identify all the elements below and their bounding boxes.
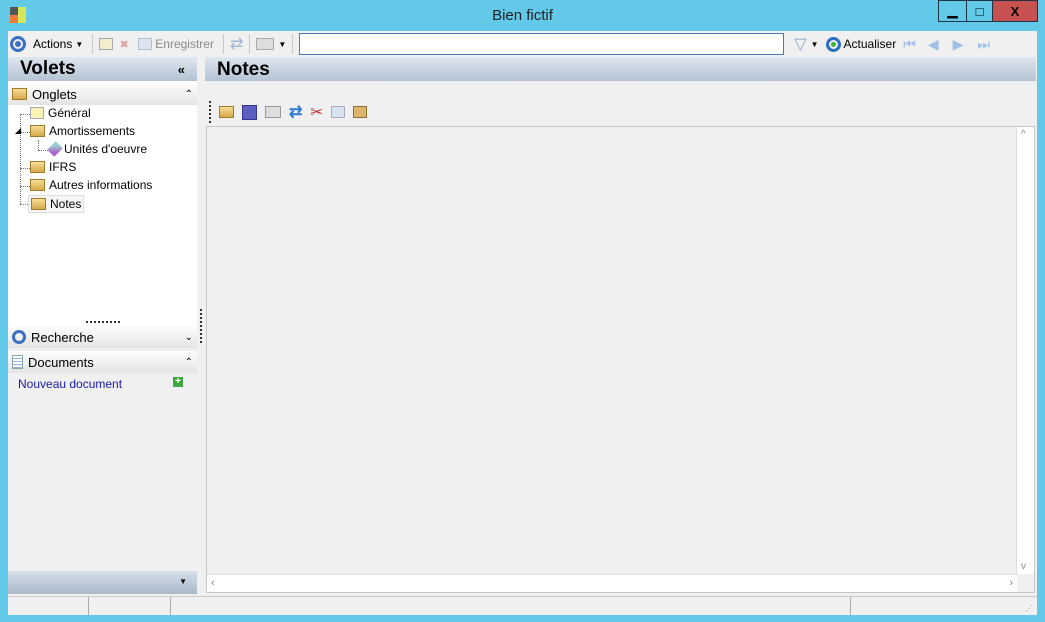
recherche-label: Recherche <box>31 329 94 345</box>
splitter-handle[interactable] <box>86 321 120 323</box>
status-cell <box>851 597 1037 615</box>
print-icon[interactable] <box>256 38 275 50</box>
scroll-down-icon[interactable]: v <box>1021 561 1026 572</box>
onglets-label: Onglets <box>32 86 77 102</box>
documents-header[interactable]: Documents ⌃ <box>8 351 197 373</box>
print-dropdown-icon[interactable]: ▼ <box>278 40 286 49</box>
delete-icon: ✖ <box>119 39 129 51</box>
tool-icon <box>47 141 63 157</box>
tree-item-unites-oeuvre[interactable]: Unités d'oeuvre <box>47 141 148 157</box>
left-panel: Volets « Onglets ⌃ ◢ Général Amortisseme… <box>8 57 197 594</box>
sync-icon: ⇄ <box>229 36 244 53</box>
settings-page-icon <box>30 107 44 119</box>
target-icon <box>12 330 26 344</box>
main-toolbar: Actions ▼ ✖ Enregistrer ⇄ ▼ ▽ ▼ Actualise… <box>8 31 1037 57</box>
status-cell <box>89 597 171 615</box>
volets-title: Volets <box>20 58 76 79</box>
tree-item-label: IFRS <box>49 160 77 174</box>
cut-icon[interactable]: ✂ <box>310 103 323 121</box>
tree-item-amortissements[interactable]: Amortissements <box>30 124 135 138</box>
separator <box>292 34 294 54</box>
actions-menu[interactable]: Actions ▼ <box>30 33 86 55</box>
resize-grip-icon[interactable]: ⋰ <box>1025 604 1033 613</box>
filter-dropdown-icon[interactable]: ▼ <box>811 40 819 49</box>
separator <box>222 34 224 54</box>
tree-item-general[interactable]: Général <box>30 106 91 120</box>
tree-item-autres-informations[interactable]: Autres informations <box>30 178 152 192</box>
vertical-scrollbar[interactable]: ^ v <box>1016 127 1034 574</box>
search-input[interactable] <box>299 33 785 55</box>
onglets-header[interactable]: Onglets ⌃ <box>8 83 197 105</box>
save-label: Enregistrer <box>155 37 214 51</box>
copy-icon[interactable] <box>330 106 345 118</box>
folder-icon <box>12 88 27 100</box>
documents-label: Documents <box>28 354 94 370</box>
notes-toolbar: ⇄ ✂ <box>209 101 367 123</box>
folder-icon <box>30 179 45 191</box>
target-icon[interactable] <box>10 36 26 52</box>
scroll-up-icon[interactable]: ^ <box>1021 129 1026 140</box>
tree-item-label: Unités d'oeuvre <box>64 142 148 156</box>
minimize-button[interactable]: ▁ <box>938 0 967 22</box>
notes-header: Notes <box>205 57 1036 81</box>
save-button: Enregistrer <box>135 33 217 55</box>
status-cell <box>8 597 89 615</box>
save-icon <box>138 38 153 50</box>
refresh-icon[interactable]: ⇄ <box>289 102 302 122</box>
vertical-splitter[interactable] <box>200 309 202 343</box>
tree-item-ifrs[interactable]: IFRS <box>30 160 76 174</box>
tree-item-label: Notes <box>50 197 82 211</box>
refresh-label: Actualiser <box>843 37 897 51</box>
refresh-button[interactable]: Actualiser <box>823 33 900 55</box>
first-icon[interactable]: ⏮ <box>903 36 916 53</box>
title-bar: Bien fictif ▁ □ X <box>0 0 1045 31</box>
tree-item-notes[interactable]: Notes <box>28 195 85 213</box>
last-icon[interactable]: ⏭ <box>977 36 990 53</box>
tree-item-label: Général <box>48 106 91 120</box>
separator <box>249 34 251 54</box>
chevron-down-icon[interactable]: ⌄ <box>185 332 193 343</box>
window-title: Bien fictif <box>492 7 553 24</box>
close-button[interactable]: X <box>992 0 1038 22</box>
volets-header: Volets « <box>8 57 197 81</box>
client-area: Actions ▼ ✖ Enregistrer ⇄ ▼ ▽ ▼ Actualise… <box>8 31 1037 615</box>
scroll-left-icon[interactable]: ‹ <box>211 577 215 589</box>
separator <box>92 34 94 54</box>
collapse-panel-button[interactable]: « <box>178 62 185 77</box>
status-cell <box>171 597 851 615</box>
bottom-panel-bar[interactable]: ▼ <box>8 571 197 594</box>
lower-panels: Recherche ⌄ Documents ⌃ Nouveau document… <box>8 326 197 594</box>
folder-icon <box>30 125 45 137</box>
tree-item-label: Autres informations <box>49 178 153 192</box>
actions-label: Actions <box>33 37 73 51</box>
paste-icon[interactable] <box>352 106 367 118</box>
new-icon[interactable] <box>99 38 114 50</box>
refresh-icon <box>825 36 841 52</box>
maximize-button[interactable]: □ <box>966 0 993 22</box>
document-icon <box>12 355 23 369</box>
scroll-right-icon[interactable]: › <box>1009 577 1013 589</box>
folder-icon <box>30 161 45 173</box>
dropdown-arrow-icon[interactable]: ▼ <box>179 577 187 586</box>
open-folder-icon <box>31 198 46 210</box>
expand-arrow-icon[interactable]: ◢ <box>15 126 21 135</box>
chevron-up-icon[interactable]: ⌃ <box>185 357 193 368</box>
previous-icon[interactable]: ◀ <box>928 36 939 53</box>
new-document-row: Nouveau document + <box>8 373 197 391</box>
next-icon[interactable]: ▶ <box>953 36 964 53</box>
print-icon[interactable] <box>265 106 281 118</box>
recherche-header[interactable]: Recherche ⌄ <box>8 326 197 348</box>
tabs-tree: ◢ Général Amortissements Unités d'oeuvre… <box>8 104 197 319</box>
status-bar: ⋰ <box>8 596 1037 615</box>
horizontal-scrollbar[interactable]: ‹ › <box>207 574 1017 592</box>
tree-item-label: Amortissements <box>49 124 136 138</box>
open-icon[interactable] <box>219 106 234 118</box>
new-document-link[interactable]: Nouveau document <box>18 377 122 391</box>
chevron-up-icon[interactable]: ⌃ <box>185 89 193 100</box>
save-icon[interactable] <box>242 104 257 120</box>
add-icon[interactable]: + <box>173 377 183 387</box>
notes-editor[interactable]: ^ v ‹ › <box>206 126 1035 593</box>
filter-icon[interactable]: ▽ <box>794 34 806 54</box>
